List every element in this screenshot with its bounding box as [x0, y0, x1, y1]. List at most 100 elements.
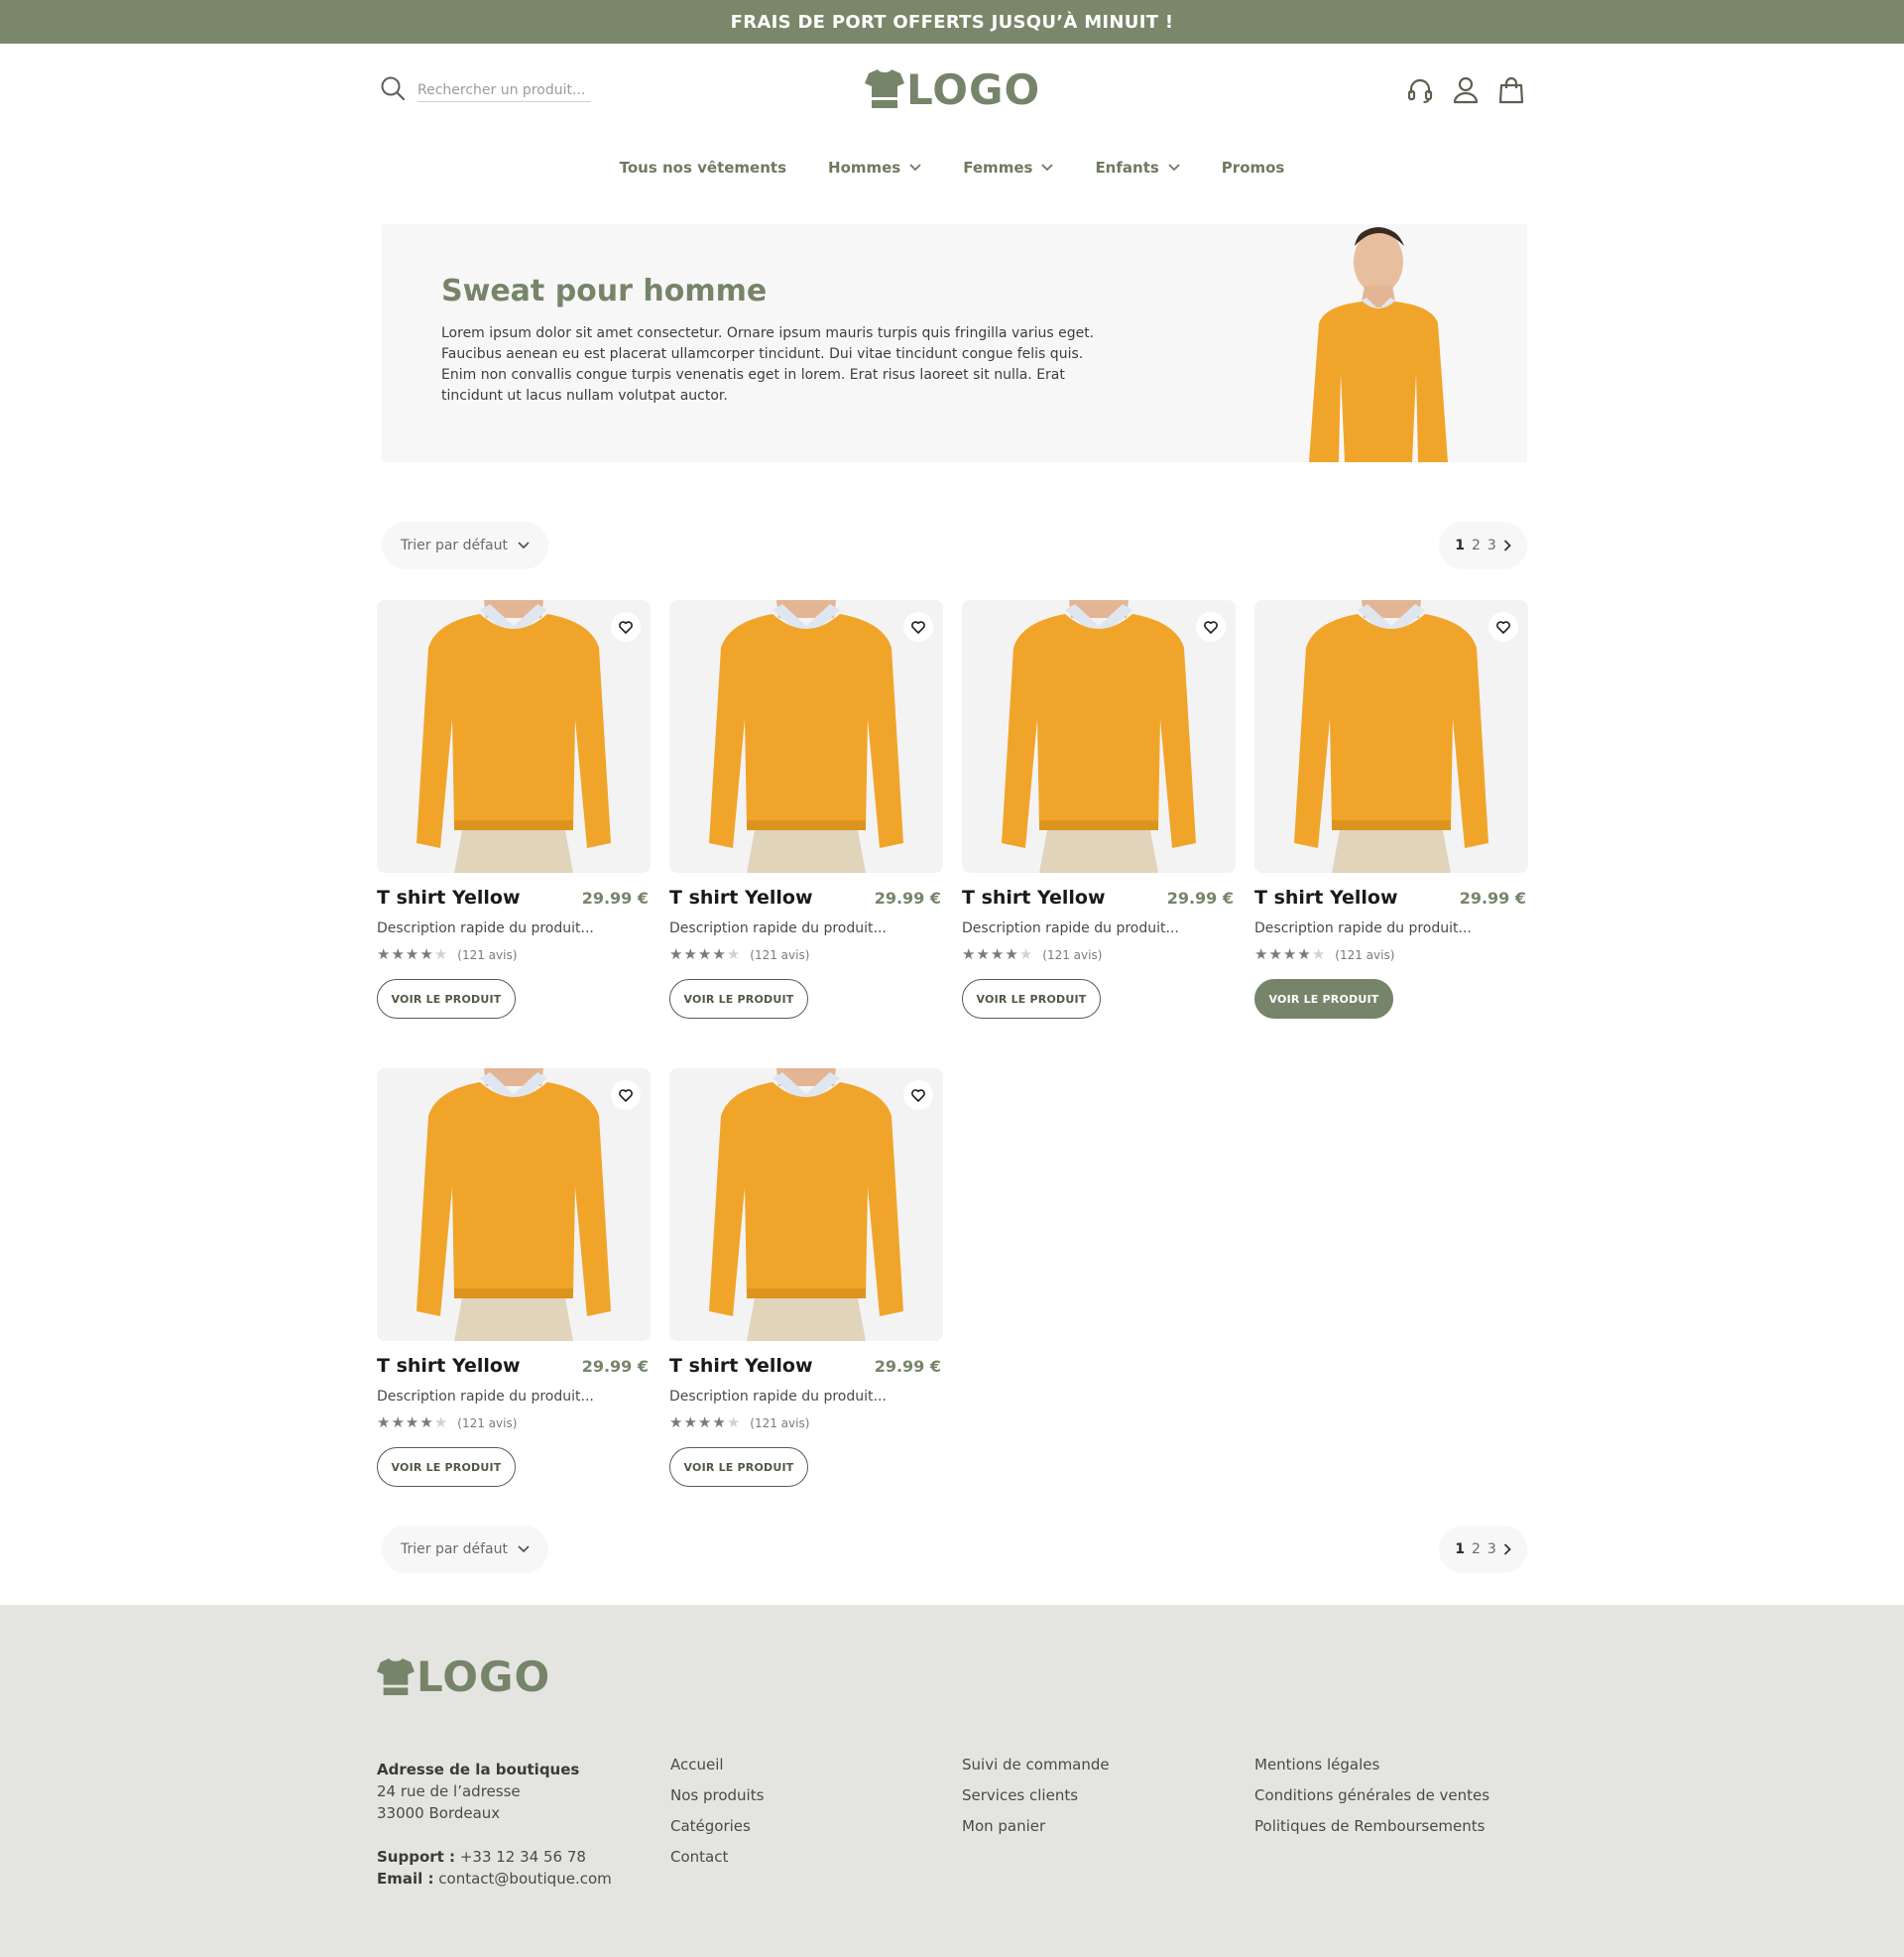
- chevron-right-icon[interactable]: [1503, 1543, 1511, 1555]
- product-price: 29.99 €: [1166, 889, 1234, 908]
- star-icon: ★: [1268, 945, 1282, 963]
- product-image: [416, 600, 611, 873]
- view-product-button[interactable]: VOIR LE PRODUIT: [377, 1447, 516, 1487]
- chevron-down-icon: [1041, 164, 1054, 172]
- star-icon: ★: [669, 945, 683, 963]
- footer-col-legal: Mentions légales Conditions générales de…: [1254, 1756, 1489, 1848]
- review-count[interactable]: (121 avis): [1335, 948, 1394, 962]
- star-rating: ★ ★ ★ ★ ★: [669, 1415, 740, 1430]
- heart-icon[interactable]: [903, 612, 933, 642]
- footer-link[interactable]: Suivi de commande: [962, 1756, 1110, 1774]
- support-line: Support : +33 12 34 56 78: [377, 1846, 612, 1868]
- shopping-bag-icon[interactable]: [1497, 75, 1525, 105]
- review-count[interactable]: (121 avis): [457, 1416, 517, 1430]
- category-hero: Sweat pour homme Lorem ipsum dolor sit a…: [382, 224, 1527, 462]
- footer-link[interactable]: Accueil: [670, 1756, 764, 1774]
- footer-col-navigation: Accueil Nos produits Catégories Contact: [670, 1756, 764, 1879]
- product-name[interactable]: T shirt Yellow: [377, 1355, 521, 1377]
- chevron-right-icon[interactable]: [1503, 540, 1511, 551]
- product-name[interactable]: T shirt Yellow: [669, 887, 813, 909]
- review-count[interactable]: (121 avis): [1042, 948, 1102, 962]
- nav-item-label: Enfants: [1095, 159, 1159, 177]
- view-product-button[interactable]: VOIR LE PRODUIT: [669, 1447, 808, 1487]
- product-rating: ★ ★ ★ ★ ★ (121 avis): [669, 947, 943, 962]
- product-image-container[interactable]: [377, 1068, 651, 1341]
- star-icon: ★: [683, 1413, 697, 1431]
- star-icon: ★: [683, 945, 697, 963]
- heart-icon[interactable]: [611, 612, 641, 642]
- product-image-container[interactable]: [962, 600, 1236, 873]
- product-image-container[interactable]: [1254, 600, 1528, 873]
- page-link-1[interactable]: 1: [1455, 1541, 1465, 1557]
- product-name[interactable]: T shirt Yellow: [962, 887, 1106, 909]
- heart-icon[interactable]: [903, 1080, 933, 1110]
- star-icon: ★: [433, 945, 448, 963]
- page-link-1[interactable]: 1: [1455, 538, 1465, 553]
- footer-link[interactable]: Contact: [670, 1848, 764, 1866]
- nav-item-label: Tous nos vêtements: [619, 159, 787, 177]
- footer-link[interactable]: Mon panier: [962, 1817, 1110, 1835]
- hero-model-image: [1309, 227, 1448, 462]
- product-rating: ★ ★ ★ ★ ★ (121 avis): [669, 1415, 943, 1430]
- header-logo[interactable]: LOGO: [865, 67, 1040, 111]
- view-product-button[interactable]: VOIR LE PRODUIT: [669, 979, 808, 1019]
- review-count[interactable]: (121 avis): [457, 948, 517, 962]
- star-icon: ★: [712, 1413, 726, 1431]
- footer-link[interactable]: Mentions légales: [1254, 1756, 1489, 1774]
- search-input[interactable]: [417, 78, 591, 102]
- support-email[interactable]: contact@boutique.com: [438, 1870, 611, 1888]
- product-name[interactable]: T shirt Yellow: [669, 1355, 813, 1377]
- nav-item-hommes[interactable]: Hommes: [828, 159, 921, 177]
- headset-icon[interactable]: [1406, 75, 1434, 105]
- page-link-3[interactable]: 3: [1488, 538, 1496, 553]
- page-link-2[interactable]: 2: [1472, 538, 1481, 553]
- footer-link[interactable]: Conditions générales de ventes: [1254, 1786, 1489, 1804]
- logo-text: LOGO: [416, 1652, 551, 1701]
- product-description: Description rapide du produit...: [377, 1389, 594, 1405]
- nav-item-promos[interactable]: Promos: [1222, 159, 1285, 177]
- star-icon: ★: [405, 945, 419, 963]
- star-icon: ★: [697, 1413, 712, 1431]
- footer-link[interactable]: Nos produits: [670, 1786, 764, 1804]
- user-icon[interactable]: [1452, 75, 1480, 105]
- footer-logo[interactable]: LOGO: [377, 1656, 550, 1698]
- review-count[interactable]: (121 avis): [750, 948, 809, 962]
- site-footer: LOGO Adresse de la boutiques 24 rue de l…: [0, 1605, 1904, 1957]
- star-icon: ★: [391, 1413, 405, 1431]
- heart-icon[interactable]: [611, 1080, 641, 1110]
- search-icon[interactable]: [380, 75, 406, 105]
- sort-dropdown-bottom[interactable]: Trier par défaut: [382, 1526, 548, 1573]
- product-name[interactable]: T shirt Yellow: [377, 887, 521, 909]
- view-product-button[interactable]: VOIR LE PRODUIT: [1254, 979, 1393, 1019]
- heart-icon[interactable]: [1196, 612, 1226, 642]
- footer-link[interactable]: Catégories: [670, 1817, 764, 1835]
- address-title: Adresse de la boutiques: [377, 1761, 580, 1778]
- view-product-button[interactable]: VOIR LE PRODUIT: [962, 979, 1101, 1019]
- product-price: 29.99 €: [874, 1357, 941, 1376]
- chevron-down-icon: [1168, 164, 1180, 172]
- view-product-button[interactable]: VOIR LE PRODUIT: [377, 979, 516, 1019]
- product-image-container[interactable]: [669, 1068, 943, 1341]
- star-rating: ★ ★ ★ ★ ★: [962, 947, 1032, 962]
- nav-item-femmes[interactable]: Femmes: [963, 159, 1054, 177]
- product-description: Description rapide du produit...: [669, 1389, 887, 1405]
- sort-dropdown[interactable]: Trier par défaut: [382, 522, 548, 569]
- nav-item-all-clothes[interactable]: Tous nos vêtements: [620, 159, 786, 177]
- star-icon: ★: [726, 1413, 741, 1431]
- page-link-3[interactable]: 3: [1488, 1541, 1496, 1557]
- product-description: Description rapide du produit...: [377, 920, 594, 936]
- product-card: T shirt Yellow 29.99 € Description rapide …: [962, 600, 1236, 1019]
- product-name[interactable]: T shirt Yellow: [1254, 887, 1398, 909]
- support-phone[interactable]: +33 12 34 56 78: [460, 1848, 586, 1866]
- address-line: 24 rue de l’adresse: [377, 1782, 521, 1800]
- nav-item-enfants[interactable]: Enfants: [1095, 159, 1180, 177]
- footer-link[interactable]: Politiques de Remboursements: [1254, 1817, 1489, 1835]
- chevron-down-icon: [909, 164, 921, 172]
- footer-link[interactable]: Services clients: [962, 1786, 1110, 1804]
- review-count[interactable]: (121 avis): [750, 1416, 809, 1430]
- product-image-container[interactable]: [669, 600, 943, 873]
- page-link-2[interactable]: 2: [1472, 1541, 1481, 1557]
- product-image-container[interactable]: [377, 600, 651, 873]
- email-line: Email : contact@boutique.com: [377, 1868, 612, 1890]
- heart-icon[interactable]: [1488, 612, 1518, 642]
